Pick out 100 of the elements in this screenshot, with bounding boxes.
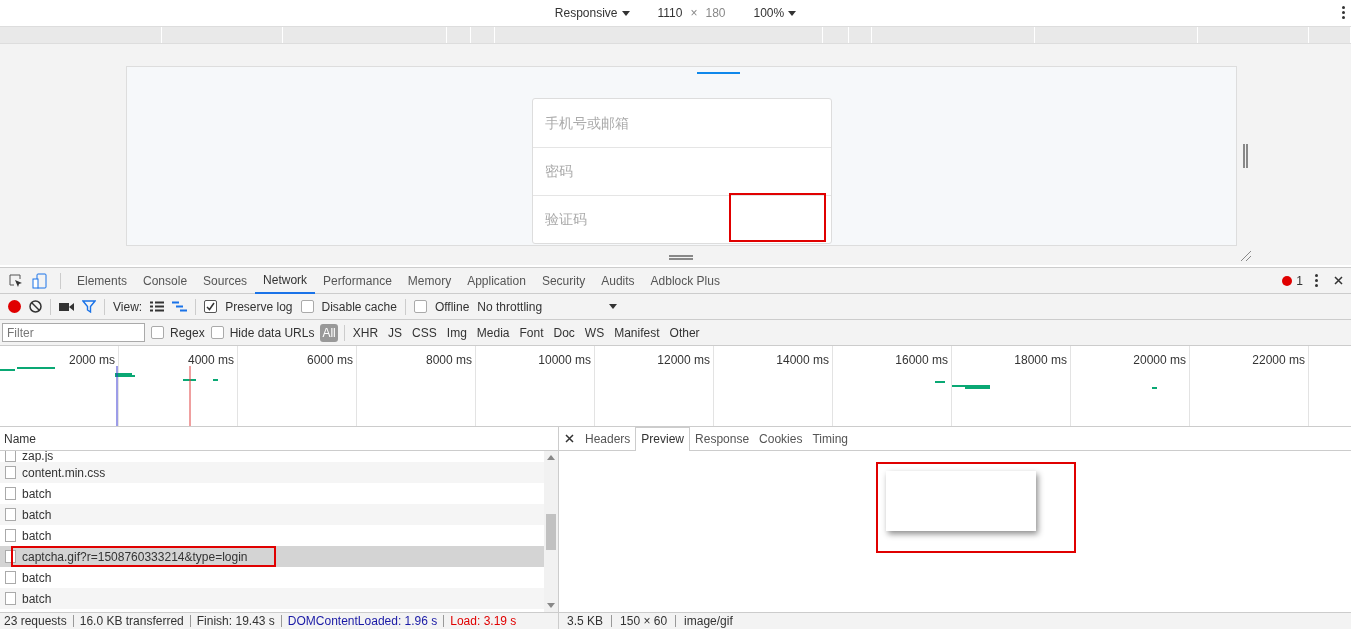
preview-info-text: 150 × 60 — [620, 613, 668, 629]
regex-label: Regex — [170, 324, 205, 342]
type-filter-button[interactable]: Manifest — [612, 323, 662, 342]
detail-tab[interactable]: Headers — [580, 426, 636, 451]
resize-corner-icon[interactable] — [1240, 250, 1252, 262]
panel-tab[interactable]: Elements — [69, 267, 136, 294]
file-icon — [5, 529, 16, 542]
scrollbar-thumb[interactable] — [546, 513, 556, 550]
status-text: Finish: 19.43 s — [196, 613, 275, 629]
time-tick-label: 14000 ms — [776, 352, 829, 369]
file-icon — [5, 550, 16, 563]
inspect-icon[interactable] — [8, 272, 24, 289]
type-filter-button[interactable]: Doc — [551, 323, 577, 342]
input-field[interactable]: 手机号或邮箱 — [545, 112, 695, 134]
caret-icon — [609, 304, 618, 309]
time-tick-label: 6000 ms — [306, 352, 353, 369]
file-icon — [5, 451, 16, 462]
scroll-up-icon[interactable] — [547, 455, 555, 460]
error-count[interactable]: 1 — [1296, 271, 1303, 290]
resize-handle-icon[interactable] — [669, 255, 693, 260]
panel-tab[interactable]: Security — [533, 267, 594, 294]
more-icon[interactable] — [1315, 274, 1318, 287]
hide-data-urls-checkbox[interactable] — [210, 326, 224, 339]
record-button[interactable] — [8, 300, 21, 313]
close-icon[interactable] — [1334, 276, 1343, 285]
device-mode-dropdown[interactable]: Responsive — [554, 4, 630, 22]
error-icon — [1282, 275, 1293, 286]
request-row[interactable]: batch — [0, 588, 544, 609]
preserve-log-label: Preserve log — [225, 298, 293, 316]
status-text: 16.0 KB transferred — [79, 613, 184, 629]
type-filter-button[interactable]: Other — [667, 323, 702, 342]
offline-label: Offline — [434, 298, 470, 316]
time-tick-label: 18000 ms — [1014, 352, 1067, 369]
time-tick-label: 20000 ms — [1133, 352, 1186, 369]
regex-checkbox[interactable] — [151, 326, 164, 339]
hide-data-urls-label: Hide data URLs — [229, 324, 315, 342]
disable-cache-label: Disable cache — [321, 298, 397, 316]
panel-tab[interactable]: Sources — [195, 267, 256, 294]
times-sign: × — [690, 5, 698, 22]
filter-icon[interactable] — [82, 300, 96, 313]
panel-tab[interactable]: Console — [135, 267, 196, 294]
request-row[interactable]: captcha.gif?r=1508760333214&type=login — [0, 546, 544, 567]
disable-cache-checkbox[interactable] — [300, 300, 314, 313]
panel-tab[interactable]: Audits — [593, 267, 643, 294]
caret-icon — [621, 10, 630, 16]
panel-tab[interactable]: Adblock Plus — [642, 267, 728, 294]
file-icon — [5, 508, 16, 521]
throttling-dropdown[interactable]: No throttling — [477, 297, 618, 316]
scrollbar[interactable] — [544, 451, 558, 612]
input-field[interactable]: 密码 — [545, 161, 695, 182]
type-filter-button[interactable]: Media — [474, 323, 512, 342]
detail-tab[interactable]: Timing — [807, 426, 853, 451]
more-icon[interactable] — [1342, 6, 1345, 19]
status-text: Load: 3.19 s — [450, 613, 517, 629]
detail-tab[interactable]: Cookies — [754, 426, 808, 451]
filter-field[interactable]: Filter — [2, 323, 145, 342]
clear-icon[interactable] — [29, 300, 42, 313]
view-label: View: — [113, 298, 143, 316]
detail-tab[interactable]: Preview — [635, 426, 691, 451]
type-filter-button[interactable]: CSS — [410, 323, 439, 342]
offline-checkbox[interactable] — [413, 300, 427, 313]
file-icon — [5, 466, 16, 479]
file-icon — [5, 487, 16, 500]
width-field[interactable]: 1110 — [653, 4, 687, 22]
preview-info-text: 3.5 KB — [567, 613, 604, 629]
status-text: 23 requests — [4, 613, 67, 629]
time-tick-label: 8000 ms — [425, 352, 472, 369]
request-row[interactable]: batch — [0, 504, 544, 525]
height-field[interactable]: 180 — [701, 4, 730, 22]
type-filter-button[interactable]: Img — [444, 323, 469, 342]
resize-handle-icon[interactable] — [1243, 144, 1248, 168]
input-field[interactable]: 验证码 — [545, 209, 695, 230]
panel-tab[interactable]: Application — [459, 267, 534, 294]
time-tick-label: 12000 ms — [657, 352, 710, 369]
type-filter-button[interactable]: XHR — [350, 323, 381, 342]
zoom-dropdown[interactable]: 100% — [753, 4, 797, 22]
panel-tab[interactable]: Memory — [399, 267, 460, 294]
request-row[interactable]: content.min.css — [0, 462, 544, 483]
preview-info-text: image/gif — [684, 613, 733, 629]
panel-tab[interactable]: Performance — [315, 267, 400, 294]
type-filter-button[interactable]: JS — [386, 323, 405, 342]
waterfall-view-icon[interactable] — [172, 301, 188, 312]
file-icon — [5, 592, 16, 605]
time-tick-label: 4000 ms — [187, 352, 234, 369]
type-filter-button[interactable]: Font — [517, 323, 546, 342]
close-icon[interactable] — [565, 434, 574, 443]
tab-underline — [697, 72, 740, 74]
file-icon — [5, 571, 16, 584]
time-tick-label: 2000 ms — [68, 352, 115, 369]
caret-icon — [788, 10, 797, 16]
preserve-log-checkbox[interactable] — [204, 300, 218, 313]
scroll-down-icon[interactable] — [547, 603, 555, 608]
camera-icon[interactable] — [59, 301, 74, 312]
list-view-icon[interactable] — [150, 301, 165, 312]
time-tick-label: 16000 ms — [895, 352, 948, 369]
time-tick-label: 22000 ms — [1252, 352, 1305, 369]
type-filter-button[interactable]: WS — [582, 323, 607, 342]
status-text: DOMContentLoaded: 1.96 s — [287, 613, 438, 629]
device-toggle-icon[interactable] — [32, 272, 48, 289]
detail-tab[interactable]: Response — [690, 426, 755, 451]
